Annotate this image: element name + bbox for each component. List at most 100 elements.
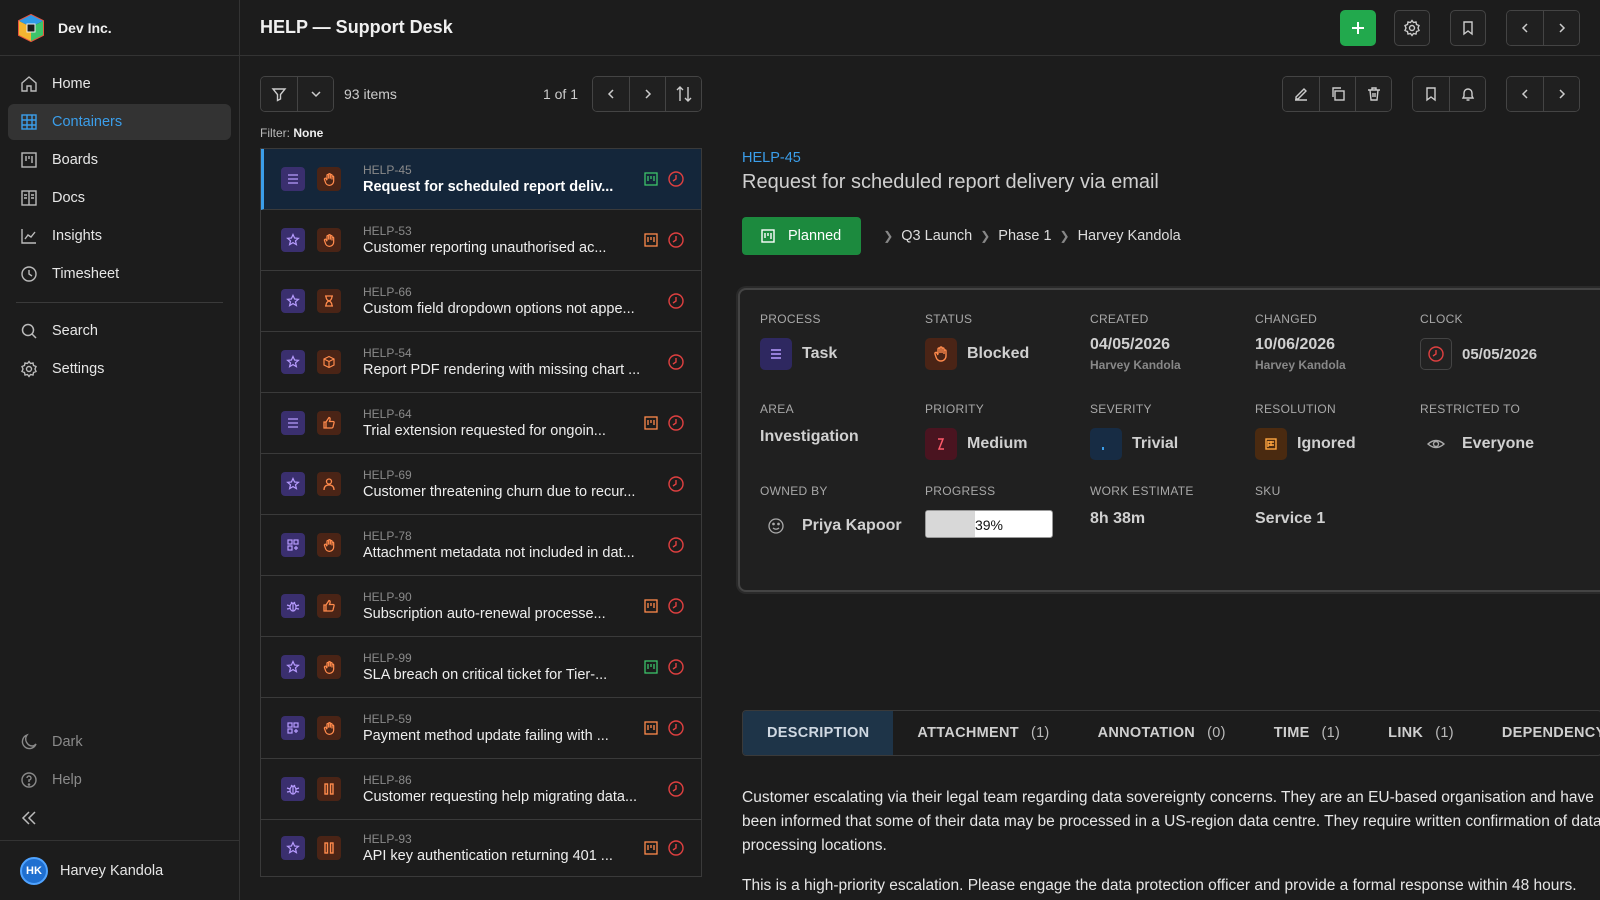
prop-sku[interactable]: SKU Service 1	[1255, 484, 1325, 528]
edit-button[interactable]	[1283, 77, 1319, 111]
bug-icon	[281, 777, 305, 801]
thumbs-up-icon	[317, 594, 341, 618]
board-flag-icon	[644, 416, 658, 430]
list-item[interactable]: HELP-53 Customer reporting unauthorised …	[261, 210, 701, 271]
tab-dependency[interactable]: DEPENDENCY(0)	[1478, 711, 1600, 755]
hand-icon	[317, 716, 341, 740]
prop-owned[interactable]: OWNED BY Priya Kapoor	[760, 484, 902, 542]
list-item[interactable]: HELP-45 Request for scheduled report del…	[261, 149, 701, 210]
user-profile[interactable]: HK Harvey Kandola	[0, 840, 239, 900]
nav-search[interactable]: Search	[8, 313, 231, 349]
prop-restricted[interactable]: RESTRICTED TO Everyone	[1420, 402, 1534, 460]
item-count: 93 items	[344, 86, 397, 102]
list-toolbar: 93 items 1 of 1	[260, 76, 702, 112]
list-item[interactable]: HELP-86 Customer requesting help migrati…	[261, 759, 701, 820]
prop-value: 04/05/2026	[1090, 336, 1171, 353]
crumb-phase[interactable]: Phase 1	[998, 228, 1051, 244]
nav-timesheet[interactable]: Timesheet	[8, 256, 231, 292]
item-title: Customer reporting unauthorised ac...	[363, 240, 607, 256]
list-icon	[281, 411, 305, 435]
notify-button[interactable]	[1449, 77, 1485, 111]
list-item-text: HELP-93 API key authentication returning…	[363, 832, 643, 864]
prop-process[interactable]: PROCESS Task	[760, 312, 837, 370]
prop-area[interactable]: AREA Investigation	[760, 402, 859, 446]
nav-help[interactable]: Help	[8, 762, 231, 798]
status-planned-button[interactable]: Planned	[742, 217, 862, 255]
board-icon	[761, 229, 775, 243]
prop-priority[interactable]: PRIORITY Medium	[925, 402, 1027, 460]
hourglass-icon	[317, 289, 341, 313]
theme-toggle-dark[interactable]: Dark	[8, 724, 231, 760]
tab-annotation[interactable]: ANNOTATION (0)	[1074, 711, 1250, 755]
tab-attachment[interactable]: ATTACHMENT (1)	[893, 711, 1073, 755]
prop-label: PROGRESS	[925, 484, 996, 498]
item-title: Report PDF rendering with missing chart …	[363, 362, 641, 378]
list-item-text: HELP-66 Custom field dropdown options no…	[363, 285, 643, 317]
nav-home[interactable]: Home	[8, 66, 231, 102]
prop-estimate[interactable]: WORK ESTIMATE 8h 38m	[1090, 484, 1194, 528]
add-button[interactable]	[1340, 10, 1376, 46]
brand[interactable]: Dev Inc.	[0, 0, 239, 56]
list-item[interactable]: HELP-54 Report PDF rendering with missin…	[261, 332, 701, 393]
prop-progress[interactable]: PROGRESS 39%	[925, 484, 1053, 538]
tab-link[interactable]: LINK (1)	[1364, 711, 1478, 755]
item-id-link[interactable]: HELP-45	[742, 150, 801, 166]
nav-boards[interactable]: Boards	[8, 142, 231, 178]
tab-label: TIME	[1273, 725, 1310, 741]
nav-label: Boards	[52, 152, 98, 168]
list-item[interactable]: HELP-99 SLA breach on critical ticket fo…	[261, 637, 701, 698]
search-icon	[21, 323, 37, 339]
prev-button[interactable]	[1507, 11, 1543, 45]
delete-button[interactable]	[1355, 77, 1391, 111]
list-item[interactable]: HELP-64 Trial extension requested for on…	[261, 393, 701, 454]
bookmark-item-button[interactable]	[1413, 77, 1449, 111]
prev-page-button[interactable]	[593, 77, 629, 111]
next-page-button[interactable]	[629, 77, 665, 111]
item-title: Request for scheduled report deliv...	[363, 179, 614, 195]
filter-icon	[271, 88, 287, 102]
list-item[interactable]: HELP-66 Custom field dropdown options no…	[261, 271, 701, 332]
item-title: Request for scheduled report delivery vi…	[742, 171, 1159, 193]
tab-description[interactable]: DESCRIPTION	[743, 711, 894, 755]
progress-bar[interactable]: 39%	[925, 510, 1053, 538]
item-title: Subscription auto-renewal processe...	[363, 606, 606, 622]
copy-button[interactable]	[1319, 77, 1355, 111]
filter-dropdown-button[interactable]	[297, 77, 333, 111]
next-button[interactable]	[1543, 11, 1579, 45]
detail-actions	[1282, 76, 1580, 112]
crumb-assignee[interactable]: Harvey Kandola	[1078, 228, 1181, 244]
prop-label: CLOCK	[1420, 312, 1463, 326]
list-item[interactable]: HELP-93 API key authentication returning…	[261, 820, 701, 876]
list-item[interactable]: HELP-59 Payment method update failing wi…	[261, 698, 701, 759]
nav-containers[interactable]: Containers	[8, 104, 231, 140]
filter-value: None	[293, 126, 324, 140]
prop-severity[interactable]: SEVERITY Trivial	[1090, 402, 1178, 460]
list-panel: 93 items 1 of 1 Filter: None HELP-45 Req…	[260, 76, 702, 877]
prop-status[interactable]: STATUS Blocked	[925, 312, 1029, 370]
list-item[interactable]: HELP-78 Attachment metadata not included…	[261, 515, 701, 576]
tab-time[interactable]: TIME (1)	[1250, 711, 1364, 755]
apps-icon	[281, 716, 305, 740]
tab-count: (1)	[1030, 725, 1050, 741]
collapse-sidebar-button[interactable]	[8, 800, 231, 836]
prop-label: CHANGED	[1255, 312, 1318, 326]
next-item-button[interactable]	[1543, 77, 1579, 111]
sort-button[interactable]	[665, 77, 701, 111]
prop-clock[interactable]: CLOCK 05/05/2026	[1420, 312, 1537, 370]
nav-label: Containers	[52, 114, 123, 130]
item-id: HELP-69	[363, 468, 412, 482]
list-item[interactable]: HELP-69 Customer threatening churn due t…	[261, 454, 701, 515]
nav-docs[interactable]: Docs	[8, 180, 231, 216]
nav-settings[interactable]: Settings	[8, 351, 231, 387]
list-item-text: HELP-59 Payment method update failing wi…	[363, 712, 643, 744]
settings-button[interactable]	[1394, 10, 1430, 46]
nav-insights[interactable]: Insights	[8, 218, 231, 254]
clock-icon	[21, 266, 37, 282]
bookmark-button[interactable]	[1450, 10, 1486, 46]
chevron-right-icon	[1558, 89, 1565, 99]
crumb-project[interactable]: Q3 Launch	[901, 228, 972, 244]
prop-resolution[interactable]: RESOLUTION Ignored	[1255, 402, 1356, 460]
list-item[interactable]: HELP-90 Subscription auto-renewal proces…	[261, 576, 701, 637]
prev-item-button[interactable]	[1507, 77, 1543, 111]
filter-button[interactable]	[261, 77, 297, 111]
